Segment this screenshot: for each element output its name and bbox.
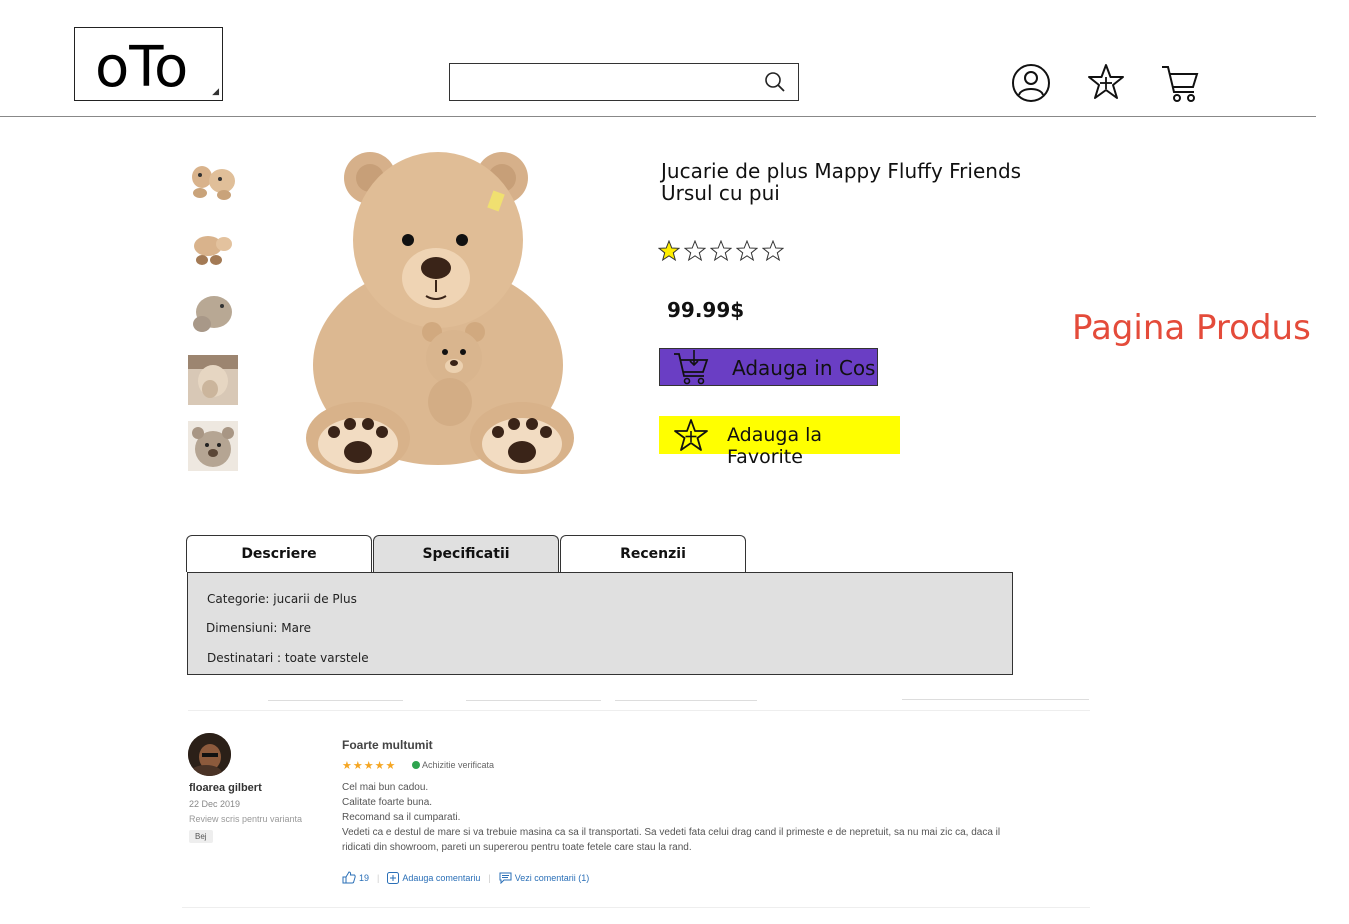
review-line: Cel mai bun cadou. (342, 782, 429, 793)
verified-label: Achizitie verificata (422, 760, 495, 770)
star-empty-icon[interactable] (710, 240, 732, 262)
add-to-favorites-button[interactable]: Adauga la Favorite (659, 416, 900, 468)
separator: | (377, 872, 380, 883)
star-empty-icon[interactable] (762, 240, 784, 262)
favorites-star-icon[interactable] (1086, 62, 1126, 102)
resize-grip-icon: ◢ (212, 86, 219, 96)
review-bottom-divider (182, 907, 1090, 908)
filter-control-edge (615, 700, 757, 701)
reviews-divider (188, 710, 1090, 711)
cart-icon[interactable] (1160, 62, 1200, 104)
avatar[interactable] (188, 733, 231, 776)
filter-control-edge (466, 700, 601, 701)
separator: | (488, 872, 491, 883)
view-comments-label: Vezi comentarii (1) (514, 872, 590, 883)
star-filled-icon[interactable] (658, 240, 680, 262)
review-variant-note: Review scris pentru varianta (189, 814, 303, 824)
user-icon[interactable] (1011, 62, 1051, 104)
product-thumbnail-1[interactable] (188, 155, 238, 205)
review-author[interactable]: floarea gilbert (189, 782, 262, 794)
review-title: Foarte multumit (342, 738, 433, 752)
product-price: 99.99$ (667, 298, 745, 322)
specs-panel: Categorie: jucarii de Plus Dimensiuni: M… (187, 572, 1013, 675)
add-to-cart-button[interactable]: Adauga in Cos (659, 348, 878, 386)
add-comment-label: Adauga comentariu (402, 872, 481, 883)
tab-descriere[interactable]: Descriere (186, 535, 372, 572)
product-thumbnail-3[interactable] (188, 288, 238, 338)
add-to-cart-label: Adauga in Cos (732, 356, 876, 380)
review-stars: ★★★★★ (342, 760, 397, 772)
check-icon (412, 761, 420, 769)
review-line: Calitate foarte buna. (342, 797, 433, 808)
product-main-image[interactable] (300, 140, 580, 475)
verified-purchase: Achizitie verificata (412, 760, 494, 770)
search-icon[interactable] (764, 71, 786, 93)
favorite-add-icon (674, 419, 708, 451)
like-button[interactable]: 19 (342, 871, 369, 884)
product-title-line-2: Ursul cu pui (661, 181, 780, 205)
add-comment-icon (387, 871, 400, 884)
review-line: Vedeti ca e destul de mare si va trebuie… (342, 827, 1001, 838)
search-input[interactable] (456, 70, 750, 96)
add-comment-button[interactable]: Adauga comentariu (387, 871, 481, 884)
comments-icon (499, 872, 512, 884)
product-thumbnail-5[interactable] (188, 421, 238, 471)
header-divider (0, 116, 1316, 117)
product-title: Jucarie de plus Mappy Fluffy Friends Urs… (661, 160, 1041, 204)
star-empty-icon[interactable] (684, 240, 706, 262)
filter-control-edge (268, 700, 403, 701)
logo[interactable]: oTo ◢ (74, 27, 223, 101)
rating-stars[interactable] (658, 240, 784, 262)
review-line: ridicati din showroom, pareti un superer… (342, 842, 692, 853)
spec-dimensiuni: Dimensiuni: Mare (206, 621, 311, 635)
view-comments-button[interactable]: Vezi comentarii (1) (499, 872, 590, 884)
tab-specificatii[interactable]: Specificatii (373, 535, 559, 572)
review-date: 22 Dec 2019 (189, 799, 241, 809)
product-thumbnail-4[interactable] (188, 355, 238, 405)
filter-control-edge (902, 699, 1089, 700)
thumbs-up-icon (342, 871, 356, 884)
page-label: Pagina Produs (1072, 308, 1311, 348)
search-box[interactable] (449, 63, 799, 101)
like-count: 19 (359, 872, 370, 883)
review-actions: 19 | Adauga comentariu | Vezi comentarii… (342, 871, 589, 884)
add-to-favorites-label: Adauga la Favorite (727, 424, 823, 468)
tab-recenzii[interactable]: Recenzii (560, 535, 746, 572)
spec-destinatari: Destinatari : toate varstele (207, 651, 369, 665)
spec-categorie: Categorie: jucarii de Plus (207, 592, 357, 606)
review-variant-badge: Bej (189, 830, 213, 843)
product-title-line-1: Jucarie de plus Mappy Fluffy Friends (661, 159, 1022, 183)
star-empty-icon[interactable] (736, 240, 758, 262)
cart-add-icon (674, 350, 709, 385)
product-thumbnail-2[interactable] (188, 222, 238, 272)
logo-text: oTo (95, 35, 189, 100)
review-line: Recomand sa il cumparati. (342, 812, 461, 823)
